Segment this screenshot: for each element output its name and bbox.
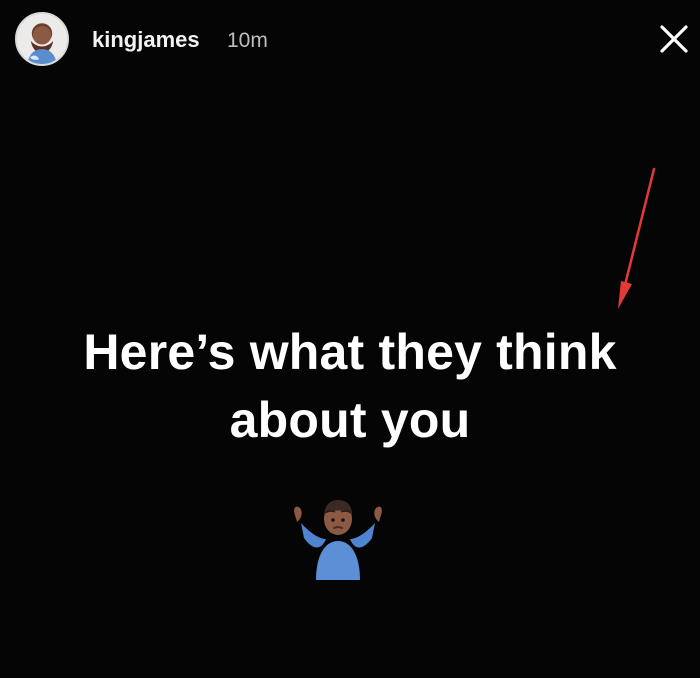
story-header: kingjames 10m [0,0,700,80]
story-viewer[interactable]: kingjames 10m Here’s what they think abo… [0,0,700,678]
profile-avatar[interactable] [15,12,69,66]
close-button[interactable] [655,20,693,58]
red-arrow-icon [610,165,662,315]
story-caption: Here’s what they think about you [20,318,680,454]
caption-line-2: about you [229,392,471,448]
close-icon [660,25,688,53]
person-shrugging-sticker [288,494,388,580]
caption-line-1: Here’s what they think [83,324,617,380]
story-username[interactable]: kingjames [92,28,200,52]
story-timestamp: 10m [227,29,268,52]
